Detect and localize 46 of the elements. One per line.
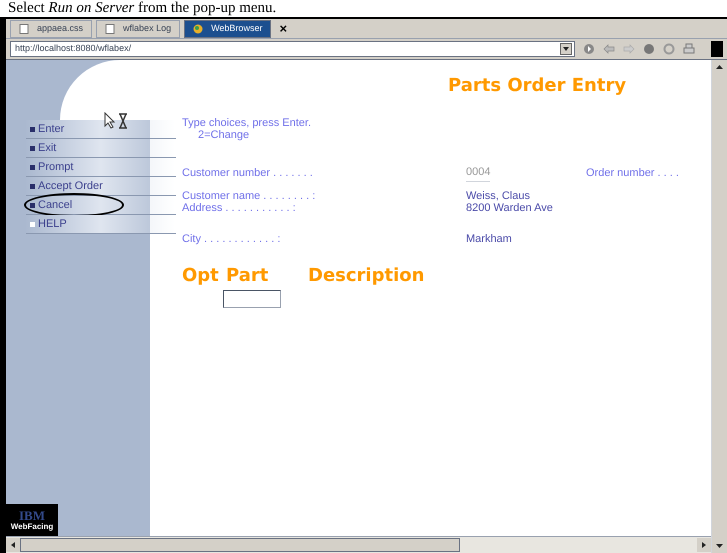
browser-tab[interactable]: WebBrowser <box>184 20 272 38</box>
column-header: Opt <box>182 264 220 288</box>
city-value: Markham <box>466 232 512 247</box>
scroll-right-icon[interactable] <box>697 538 711 552</box>
document-icon <box>19 24 29 34</box>
document-icon <box>105 24 116 34</box>
customer-name-value: Weiss, Claus <box>466 190 530 202</box>
field-label: Address . . . . . . . . . . . : <box>182 202 296 214</box>
instruction-text: Type choices, press Enter. <box>182 116 312 130</box>
horizontal-scrollbar[interactable] <box>6 536 711 553</box>
scrollbar-thumb[interactable] <box>20 538 460 552</box>
menu-item[interactable]: Accept Order <box>26 177 176 196</box>
column-header: Part <box>226 264 270 288</box>
print-icon[interactable] <box>683 43 695 55</box>
customer-number-value: 0004 <box>466 164 490 182</box>
field-label: Customer name . . . . . . . . : <box>182 190 316 202</box>
go-icon[interactable] <box>583 43 595 55</box>
address-field[interactable]: http://localhost:8080/wflabex/ <box>10 41 575 57</box>
close-tab-button[interactable]: × <box>275 18 292 38</box>
address-value: 8200 Warden Ave <box>466 202 553 214</box>
menu-item[interactable]: Exit <box>26 139 176 158</box>
globe-icon <box>193 24 204 34</box>
stop-icon[interactable] <box>643 43 655 55</box>
field-label: Customer number . . . . . . . <box>182 166 313 181</box>
menu-item[interactable]: Prompt <box>26 158 176 177</box>
page-title: Parts Order Entry <box>448 74 626 98</box>
mouse-pointer-icon <box>104 112 130 130</box>
option-input-field[interactable] <box>223 290 281 308</box>
logo-product: WebFacing <box>10 522 54 532</box>
scroll-left-icon[interactable] <box>6 538 20 552</box>
logo-brand: IBM <box>19 508 45 522</box>
column-header: Description <box>308 264 424 288</box>
field-label: Order number . . . . <box>586 166 679 181</box>
browser-tab[interactable]: appaea.css <box>10 20 92 38</box>
document-caption: Select Run on Server from the pop-up menu. <box>8 0 276 17</box>
refresh-icon[interactable] <box>663 43 675 55</box>
browser-tab[interactable]: wflabex Log <box>96 20 180 38</box>
field-label: City . . . . . . . . . . . . : <box>182 232 280 247</box>
menu-item[interactable]: Enter <box>26 120 176 139</box>
menu-item[interactable]: Cancel <box>26 196 176 215</box>
dropdown-icon[interactable] <box>560 43 572 55</box>
toolbar-block <box>711 41 723 57</box>
url-text: http://localhost:8080/wflabex/ <box>14 42 132 56</box>
menu-item[interactable]: HELP <box>26 215 176 234</box>
back-arrow-icon[interactable] <box>603 44 615 54</box>
instruction-text: 2=Change <box>198 128 250 143</box>
